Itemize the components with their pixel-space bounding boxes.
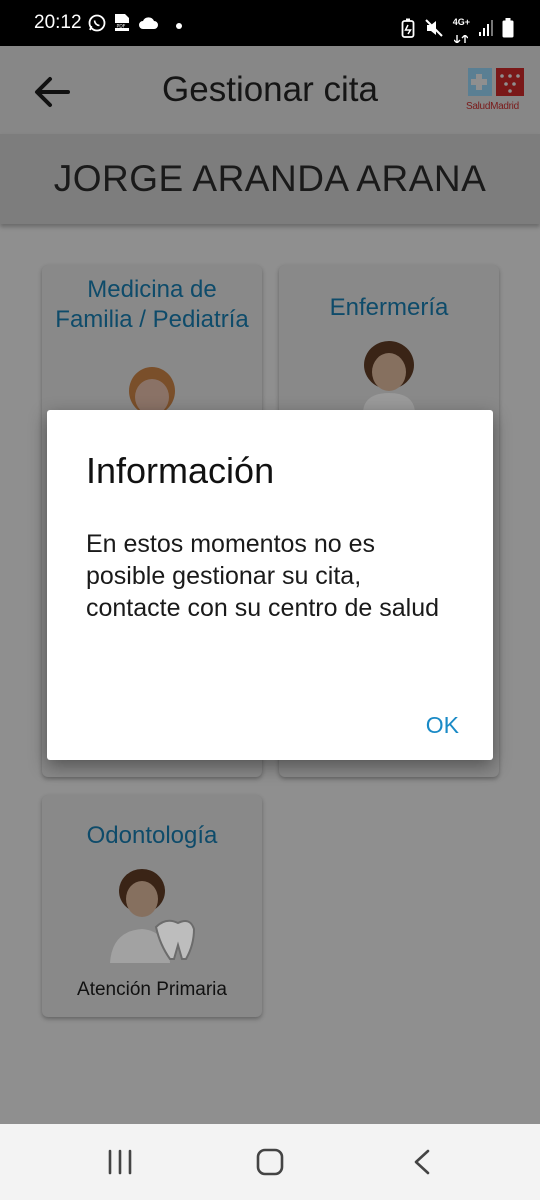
pdf-icon: PDF (114, 13, 130, 37)
home-button[interactable] (252, 1148, 288, 1178)
salud-madrid-logo: SaludMadrid (466, 66, 526, 116)
cloud-icon (138, 16, 158, 35)
back-icon (414, 1149, 430, 1175)
patient-name-bar: JORGE ARANDA ARANA (0, 134, 540, 224)
recent-apps-icon (108, 1149, 132, 1175)
status-left-icons: PDF (88, 13, 182, 37)
ok-button[interactable]: OK (426, 712, 459, 739)
logo-text: SaludMadrid (466, 101, 519, 112)
dentist-avatar-icon (110, 869, 196, 963)
battery-saver-icon (401, 18, 415, 43)
card-subtitle: Atención Primaria (77, 979, 227, 1000)
signal-icon (479, 19, 493, 41)
system-nav-bar (0, 1124, 540, 1200)
card-title: Enfermería (329, 294, 449, 321)
back-nav-button[interactable] (404, 1148, 440, 1178)
dialog-message: En estos momentos no es posible gestiona… (86, 530, 440, 622)
network-4g-icon: 4G+ (453, 12, 470, 48)
status-time: 20:12 (34, 12, 82, 33)
information-dialog: Información En estos momentos no es posi… (47, 410, 493, 760)
status-right-icons: 4G+ (401, 12, 514, 48)
card-title: Odontología (86, 822, 218, 849)
recent-apps-button[interactable] (102, 1148, 138, 1178)
dialog-title: Información (86, 450, 275, 491)
nurse-avatar-icon (363, 341, 415, 411)
whatsapp-icon (88, 14, 106, 37)
page-title: Gestionar cita (162, 70, 378, 109)
svg-text:PDF: PDF (117, 23, 126, 29)
battery-icon (502, 17, 514, 43)
card-title: Medicina de Familia / Pediatría (55, 276, 249, 333)
dot-icon (176, 16, 182, 34)
app-bar: Gestionar cita SaludMadrid (0, 46, 540, 134)
patient-name: JORGE ARANDA ARANA (53, 158, 487, 199)
home-icon (256, 1148, 284, 1176)
status-bar: 20:12 PDF 4G+ (0, 0, 540, 46)
doctor-avatar-icon (129, 367, 175, 415)
service-card-odontologia[interactable]: Odontología Atención Primaria (42, 795, 262, 1017)
mute-icon (424, 18, 444, 43)
